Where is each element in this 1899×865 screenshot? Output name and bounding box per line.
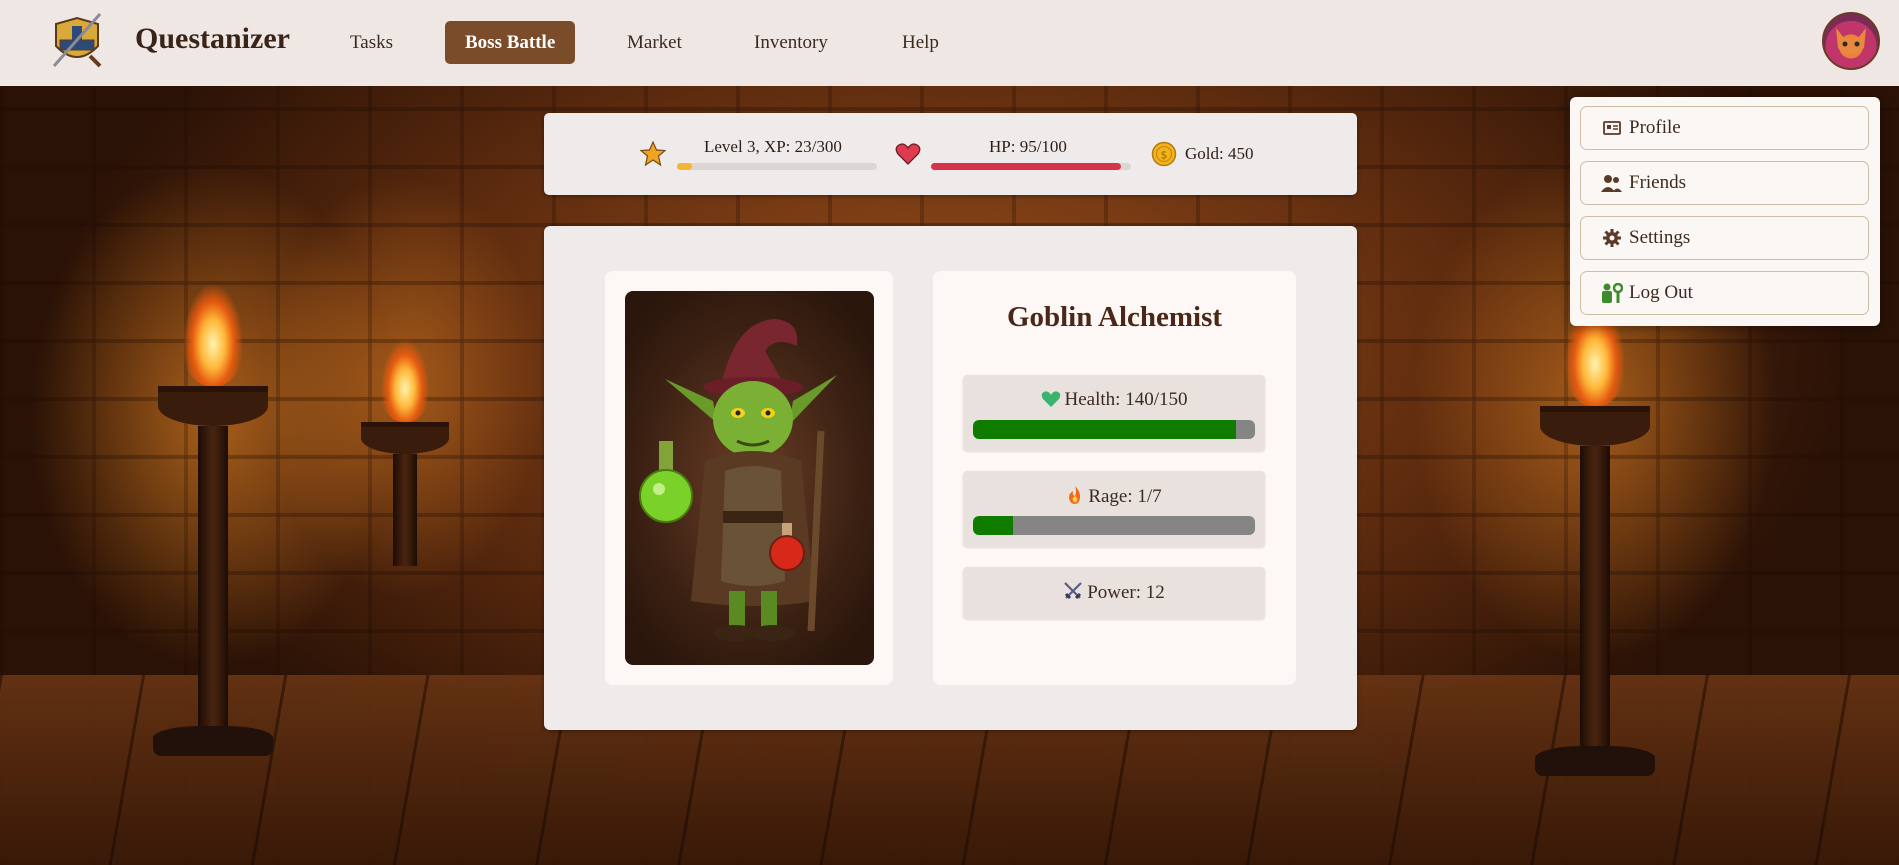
boss-portrait-image [625, 291, 874, 665]
app-title[interactable]: Questanizer [135, 22, 290, 56]
svg-text:$: $ [1161, 149, 1168, 162]
boss-name: Goblin Alchemist [1006, 301, 1223, 333]
boss-rage-bar [973, 516, 1255, 535]
boss-power-text: Power: 12 [1087, 582, 1165, 603]
boss-rage-text: Rage: 1/7 [1088, 486, 1162, 507]
nav-inventory[interactable]: Inventory [734, 21, 848, 64]
star-icon [639, 140, 667, 172]
user-dropdown-menu: Profile Friends Settings Log Out [1570, 97, 1880, 326]
hp-text: HP: 95/100 [989, 137, 1067, 156]
friends-icon [1601, 172, 1623, 194]
menu-item-settings[interactable]: Settings [1580, 216, 1869, 260]
app-logo[interactable] [46, 10, 108, 72]
xp-bar [677, 163, 877, 170]
nav-boss-battle[interactable]: Boss Battle [445, 21, 576, 64]
boss-health-bar [973, 420, 1255, 439]
logout-icon [1601, 282, 1623, 304]
gear-icon [1601, 227, 1623, 249]
flame-icon [178, 266, 248, 386]
boss-battle-panel: Goblin Alchemist Health: 140/150 Rage: 1… [544, 226, 1357, 730]
xp-bar-fill [677, 163, 693, 170]
id-card-icon [1601, 117, 1623, 139]
hp-bar-fill [931, 163, 1121, 170]
torch-middle [361, 326, 449, 566]
nav-help[interactable]: Help [882, 21, 959, 64]
boss-power-box: Power: 12 [963, 567, 1265, 619]
menu-item-friends[interactable]: Friends [1580, 161, 1869, 205]
boss-portrait-card [605, 271, 893, 685]
boss-stats-card: Goblin Alchemist Health: 140/150 Rage: 1… [933, 271, 1296, 685]
menu-item-label: Friends [1629, 172, 1686, 193]
navbar: Questanizer Tasks Boss Battle Market Inv… [0, 0, 1899, 86]
boss-rage-bar-fill [973, 516, 1014, 535]
menu-item-profile[interactable]: Profile [1580, 106, 1869, 150]
fire-icon [1066, 485, 1084, 511]
user-avatar[interactable] [1822, 12, 1880, 70]
gold-coin-icon: $ [1151, 141, 1177, 172]
boss-health-text: Health: 140/150 [1064, 389, 1188, 410]
level-xp-text: Level 3, XP: 23/300 [704, 137, 842, 156]
hp-bar [931, 163, 1131, 170]
boss-rage-box: Rage: 1/7 [963, 471, 1265, 547]
nav-tasks[interactable]: Tasks [330, 21, 413, 64]
nav-market[interactable]: Market [607, 21, 702, 64]
green-heart-icon [1041, 390, 1061, 414]
menu-item-label: Settings [1629, 227, 1691, 248]
menu-item-label: Profile [1629, 117, 1681, 138]
flame-icon [377, 326, 433, 422]
gold-text: Gold: 450 [1185, 144, 1254, 163]
heart-icon [895, 142, 921, 171]
menu-item-logout[interactable]: Log Out [1580, 271, 1869, 315]
boss-health-box: Health: 140/150 [963, 375, 1265, 451]
menu-item-label: Log Out [1629, 282, 1693, 303]
boss-health-bar-fill [973, 420, 1237, 439]
torch-left [153, 266, 273, 756]
player-stats-bar: Level 3, XP: 23/300 HP: 95/100 $ Gold: 4… [544, 113, 1357, 195]
crossed-swords-icon [1063, 581, 1083, 607]
torch-right [1535, 286, 1655, 776]
